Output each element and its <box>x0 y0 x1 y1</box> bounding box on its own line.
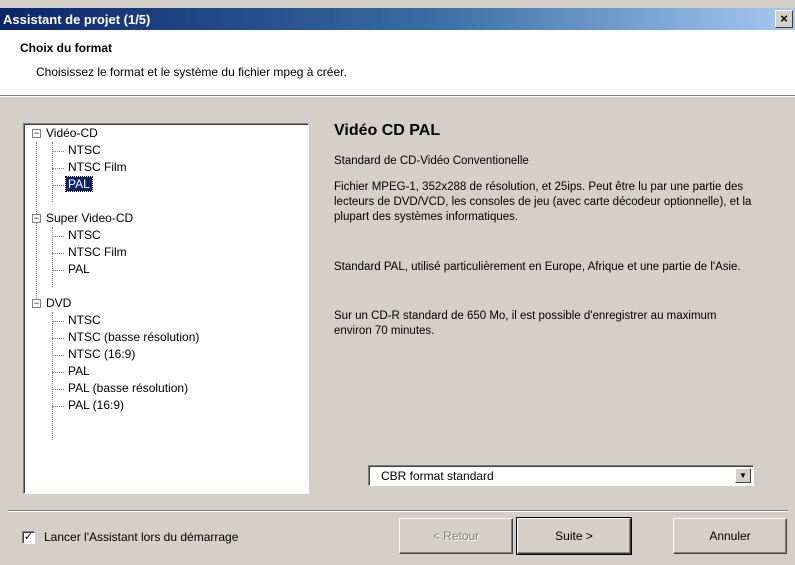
tree-item-label: PAL (basse résolution) <box>68 381 189 395</box>
tree-item-label: PAL <box>68 262 90 276</box>
tree-item-label: NTSC (basse résolution) <box>68 330 200 344</box>
startup-checkbox-label[interactable]: Lancer l'Assistant lors du démarrage <box>44 530 238 544</box>
tree-item-label: NTSC Film <box>68 245 127 259</box>
tree-item-dvd-pal-169[interactable]: PAL (16:9) <box>66 397 126 414</box>
tree-expander-icon[interactable]: − <box>32 129 41 138</box>
combo-arrow-icon: ▼ <box>739 471 747 480</box>
checkmark-icon: ✓ <box>23 531 34 543</box>
tree-item-dvd-ntsc[interactable]: NTSC <box>66 312 103 329</box>
tree-group-label: Super Video-CD <box>46 211 134 225</box>
window-title: Assistant de projet (1/5) <box>3 12 151 27</box>
back-button[interactable]: < Retour <box>399 518 513 554</box>
tree-group-dvd[interactable]: DVD <box>44 295 73 312</box>
close-button[interactable]: × <box>775 10 793 28</box>
tree-item-label: NTSC <box>68 228 101 242</box>
format-region: Standard PAL, utilisé particulièrement e… <box>334 261 741 273</box>
format-tree[interactable]: − Vidéo-CD NTSC NTSC Film PAL − Super Vi… <box>23 123 309 494</box>
tree-expander-icon[interactable]: − <box>32 299 41 308</box>
tree-group-label: Vidéo-CD <box>46 126 98 140</box>
tree-item-label: PAL <box>68 364 90 378</box>
tree-item-vcd-pal[interactable]: PAL <box>65 176 93 193</box>
format-details: Fichier MPEG-1, 352x288 de résolution, e… <box>334 181 752 223</box>
step-title: Choix du format <box>20 41 112 55</box>
tree-group-super-video-cd[interactable]: Super Video-CD <box>44 210 135 227</box>
footer-divider <box>8 510 788 512</box>
tree-expander-icon[interactable]: − <box>32 214 41 223</box>
tree-item-dvd-pal[interactable]: PAL <box>66 363 92 380</box>
bitrate-select-value: CBR format standard <box>381 469 494 483</box>
tree-item-svcd-ntsc-film[interactable]: NTSC Film <box>66 244 129 261</box>
tree-item-dvd-pal-low[interactable]: PAL (basse résolution) <box>66 380 190 397</box>
tree-item-label: NTSC (16:9) <box>68 347 136 361</box>
tree-item-label: PAL (16:9) <box>68 398 125 412</box>
tree-item-vcd-ntsc-film[interactable]: NTSC Film <box>66 159 129 176</box>
combo-dropdown-button[interactable]: ▼ <box>735 468 751 483</box>
next-button[interactable]: Suite > <box>516 517 632 555</box>
tree-item-svcd-ntsc[interactable]: NTSC <box>66 227 103 244</box>
tree-item-label: NTSC <box>68 313 101 327</box>
tree-item-label: PAL <box>65 176 93 192</box>
tree-item-dvd-ntsc-169[interactable]: NTSC (16:9) <box>66 346 137 363</box>
format-title: Vidéo CD PAL <box>334 122 441 139</box>
tree-item-label: NTSC <box>68 143 101 157</box>
tree-item-svcd-pal[interactable]: PAL <box>66 261 92 278</box>
tree-group-video-cd[interactable]: Vidéo-CD <box>44 125 100 142</box>
format-capacity: Sur un CD-R standard de 650 Mo, il est p… <box>334 310 717 337</box>
startup-checkbox[interactable]: ✓ <box>22 531 35 544</box>
wizard-window: Assistant de projet (1/5) × Choix du for… <box>0 0 795 565</box>
wizard-header: Choix du format Choisissez le format et … <box>0 30 795 97</box>
tree-item-dvd-ntsc-low[interactable]: NTSC (basse résolution) <box>66 329 201 346</box>
close-icon: × <box>780 11 788 26</box>
cancel-button[interactable]: Annuler <box>673 518 787 554</box>
title-bar[interactable]: Assistant de projet (1/5) × <box>0 8 795 30</box>
format-summary: Standard de CD-Vidéo Conventionelle <box>334 155 529 167</box>
tree-group-label: DVD <box>46 296 72 310</box>
tree-item-vcd-ntsc[interactable]: NTSC <box>66 142 103 159</box>
bitrate-select[interactable]: CBR format standard ▼ <box>368 465 754 486</box>
tree-item-label: NTSC Film <box>68 160 127 174</box>
step-subtitle: Choisissez le format et le système du fi… <box>36 65 347 79</box>
